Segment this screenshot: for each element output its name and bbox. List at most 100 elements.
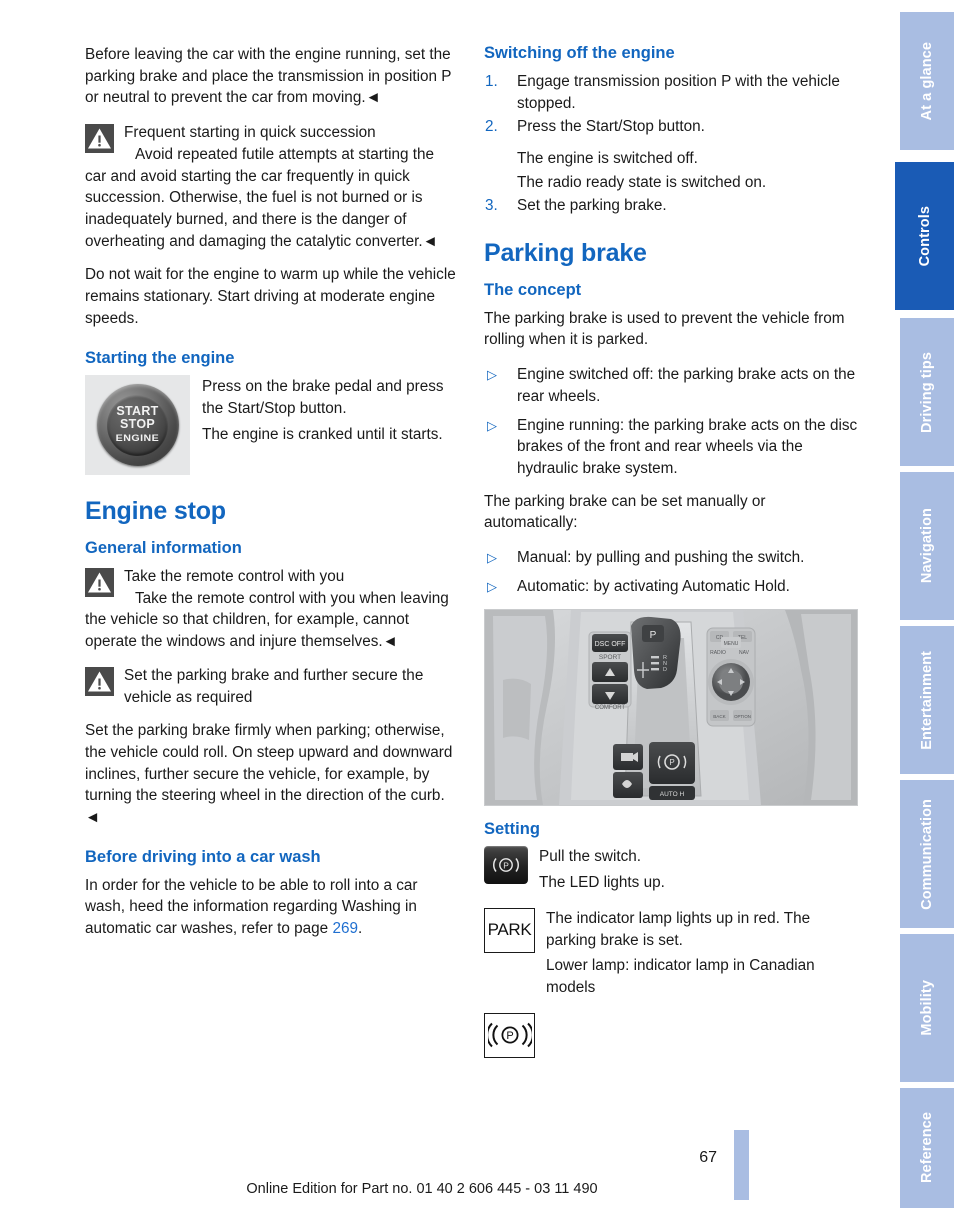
sidebar-tab-at-a-glance[interactable]: At a glance [900,12,954,150]
step-number: 1. [485,72,498,90]
triangle-bullet-icon: ▷ [487,417,497,433]
step-item: 3. Set the parking brake. [484,195,858,217]
warning-triangle-icon [85,124,114,154]
heading-engine-stop: Engine stop [85,497,226,526]
step-result: The engine is switched off. [517,149,698,167]
svg-text:SPORT: SPORT [599,654,621,661]
warning-block-frequent-starting: Frequent starting in quick succession Av… [85,122,459,252]
warning-body: Avoid repeated futile attempts at starti… [85,145,438,250]
list-item-text: Engine switched off: the parking brake a… [517,366,856,405]
list-item-text: Engine running: the parking brake acts o… [517,416,858,477]
warning-triangle-icon [85,567,114,597]
concept-bullet-list: ▷ Engine switched off: the parking brake… [484,364,858,480]
svg-text:COMFORT: COMFORT [595,705,626,711]
sidebar-tab-label: Mobility [919,980,935,1036]
heading-general-information: General information [85,539,242,558]
svg-text:AUTO H: AUTO H [660,791,685,798]
setting-line: The LED lights up. [539,874,665,892]
svg-text:P: P [650,630,657,641]
svg-text:MENU: MENU [724,641,739,647]
page-reference-link[interactable]: 269 [332,920,358,937]
svg-text:P: P [669,758,674,767]
starting-result: The engine is cranked until it starts. [202,425,443,443]
setting-row-park-lamp: PARK The indicator lamp lights up in red… [484,907,858,1003]
sidebar-tab-mobility[interactable]: Mobility [900,934,954,1082]
step-text: Press the Start/Stop button. [517,118,705,136]
sidebar-tab-navigation[interactable]: Navigation [900,472,954,620]
manual-page: Before leaving the car with the engine r… [0,0,954,1215]
sidebar-tab-label: Controls [916,205,933,267]
footer-edition-text: Online Edition for Part no. 01 40 2 606 … [246,1181,598,1197]
page-number: 67 [699,1149,717,1166]
car-wash-paragraph: In order for the vehicle to be able to r… [85,875,459,940]
warning-title: Take the remote control with you [124,567,345,585]
svg-text:P: P [503,861,509,871]
triangle-bullet-icon: ▷ [487,550,497,566]
concept-intro: The parking brake is used to prevent the… [484,309,845,349]
stop-label: STOP [119,417,155,432]
sidebar-tab-label: Navigation [919,508,935,584]
triangle-bullet-icon: ▷ [487,578,497,594]
sidebar-tab-driving-tips[interactable]: Driving tips [900,318,954,466]
sidebar-tab-label: Entertainment [919,650,935,750]
setting-line: Lower lamp: indicator lamp in Canadian m… [546,957,815,996]
park-indicator-lamp-icon: PARK [484,907,535,953]
svg-text:DSC OFF: DSC OFF [595,641,626,648]
parking-brake-paragraph: Set the parking brake firmly when parkin… [85,722,453,827]
triangle-bullet-icon: ▷ [487,367,497,383]
svg-text:NAV: NAV [739,650,750,656]
warning-triangle-icon [85,666,114,696]
heading-setting: Setting [484,819,540,838]
sidebar-tab-label: Communication [919,798,935,910]
warning-body: Take the remote control with you when le… [85,589,449,651]
heading-parking-brake: Parking brake [484,239,647,268]
svg-text:OPTION: OPTION [734,714,751,719]
svg-text:BACK: BACK [713,714,726,719]
list-item: ▷ Automatic: by activating Automatic Hol… [484,576,858,598]
warning-title: Frequent starting in quick succession [124,124,376,142]
manual-auto-intro: The parking brake can be set manually or… [484,492,766,532]
heading-the-concept: The concept [484,280,582,299]
sidebar-tab-controls[interactable]: Controls [895,162,954,310]
intro-paragraph: Before leaving the car with the engine r… [85,46,452,107]
warning-block-set-parking-brake: Set the parking brake and further secure… [85,665,459,708]
list-item-text: Automatic: by activating Automatic Hold. [517,577,790,595]
svg-text:RADIO: RADIO [710,650,726,656]
switching-off-steps: 1. Engage transmission position P with t… [484,71,858,138]
warning-block-remote-control: Take the remote control with you Take th… [85,566,459,653]
switching-off-steps-cont: 3. Set the parking brake. [484,195,858,217]
right-column: Switching off the engine 1. Engage trans… [484,44,858,1068]
sidebar-tab-label: At a glance [919,41,935,121]
svg-text:D: D [663,667,667,673]
step-result: The radio ready state is switched on. [517,173,767,191]
list-item: ▷ Manual: by pulling and pushing the swi… [484,547,858,569]
center-console-photo: DSC OFF SPORT COMFORT P R N D CD TEL MEN… [484,608,858,806]
start-stop-figure-row: START STOP ENGINE Press on the brake ped… [85,375,459,476]
starting-instruction: Press on the brake pedal and press the S… [202,378,444,418]
engine-label: ENGINE [115,432,160,444]
step-text: Set the parking brake. [517,197,667,215]
manual-auto-bullet-list: ▷ Manual: by pulling and pushing the swi… [484,547,858,597]
setting-line: Pull the switch. [539,848,642,866]
start-stop-button-image: START STOP ENGINE [85,375,190,476]
list-item: ▷ Engine switched off: the parking brake… [484,364,858,407]
park-icon-label: PARK [487,920,532,940]
list-item: ▷ Engine running: the parking brake acts… [484,415,858,480]
heading-switching-off-the-engine: Switching off the engine [484,44,675,62]
warning-title: Set the parking brake and further secure… [124,666,424,706]
list-item-text: Manual: by pulling and pushing the switc… [517,549,805,567]
car-wash-text-after: . [357,920,363,938]
step-number: 2. [485,118,498,136]
parking-brake-switch-icon: P [484,846,528,885]
sidebar-tab-entertainment[interactable]: Entertainment [900,626,954,774]
heading-before-car-wash: Before driving into a car wash [85,847,321,866]
sidebar-tab-label: Driving tips [919,351,935,433]
step-item: 2. Press the Start/Stop button. [484,116,858,138]
canadian-parking-brake-lamp-icon: P [484,1012,535,1058]
setting-line: The indicator lamp lights up in red. The… [546,909,811,949]
car-wash-text-before: In order for the vehicle to be able to r… [85,876,418,938]
svg-text:P: P [506,1030,513,1042]
step-item: 1. Engage transmission position P with t… [484,71,858,114]
sidebar-tab-communication[interactable]: Communication [900,780,954,928]
warmup-paragraph: Do not wait for the engine to warm up wh… [85,266,456,327]
